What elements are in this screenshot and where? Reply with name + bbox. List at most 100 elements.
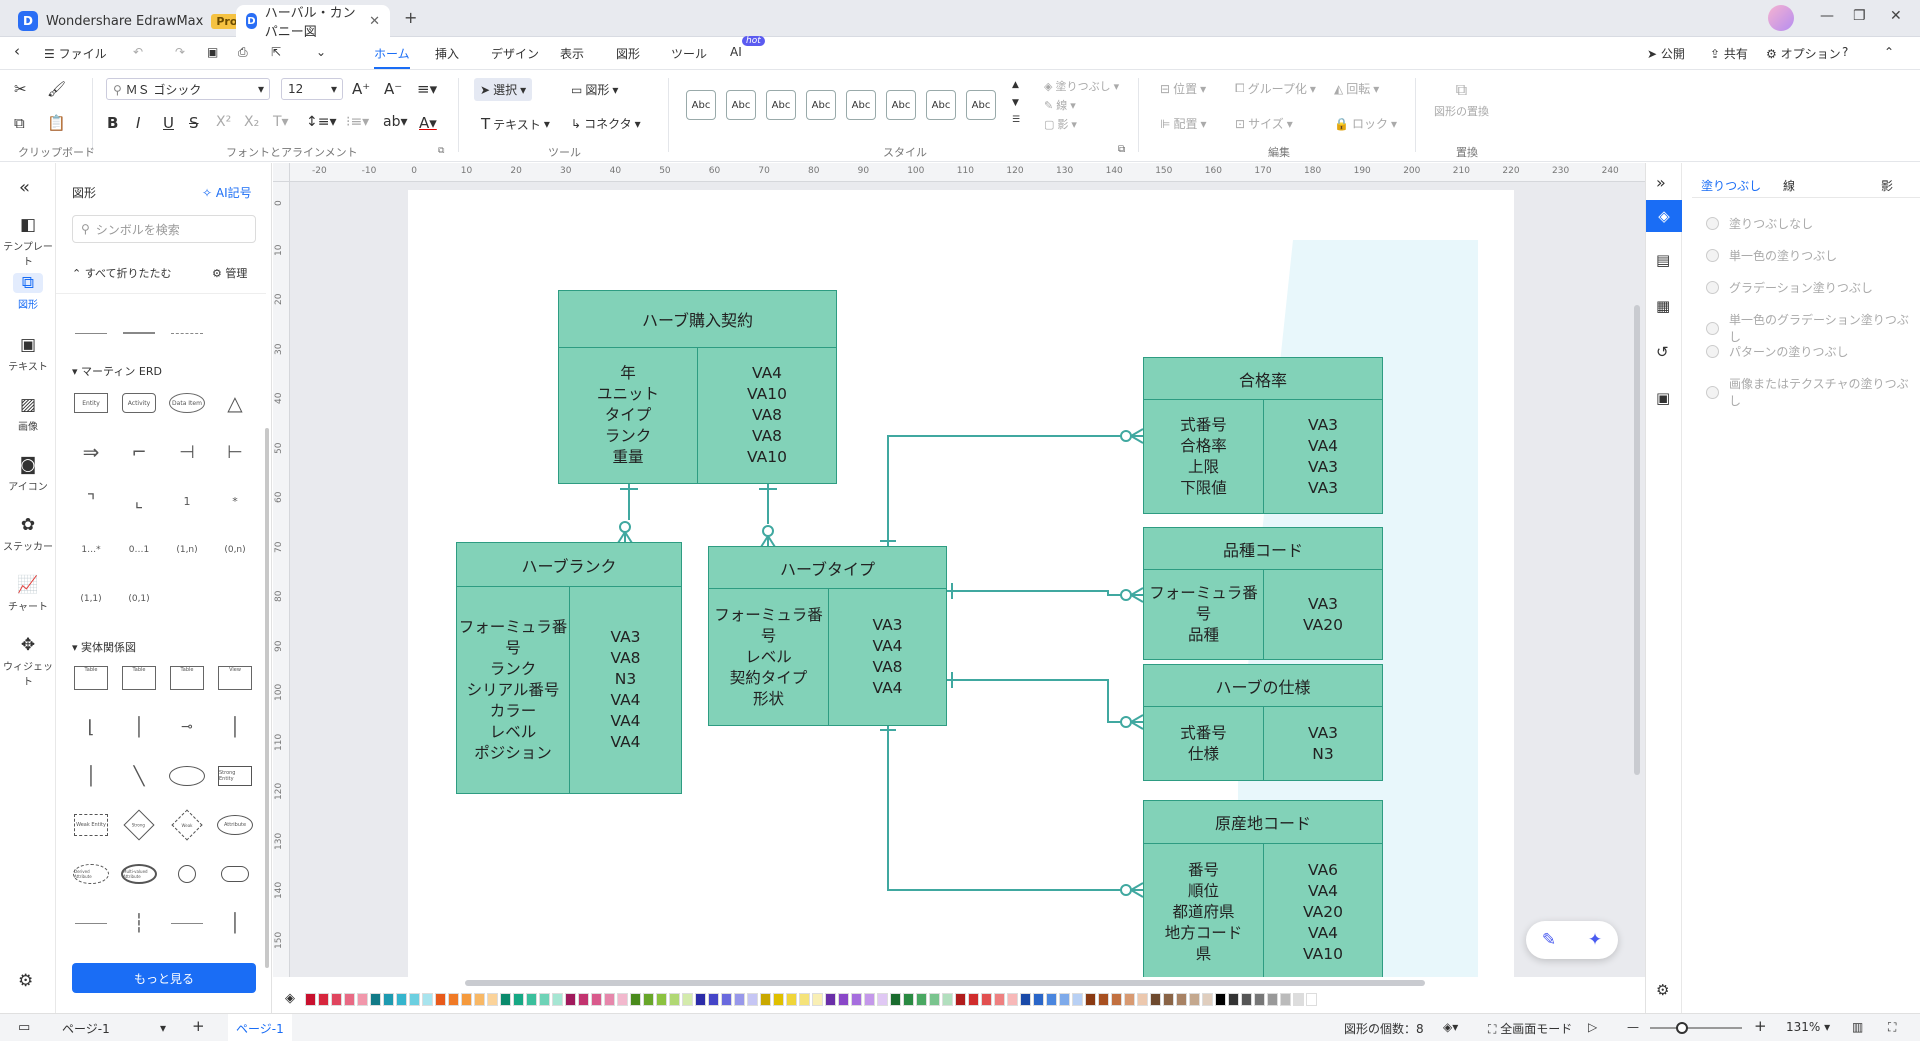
color-swatch[interactable] bbox=[1098, 993, 1109, 1006]
style-preset[interactable]: Abc bbox=[686, 90, 716, 120]
page-tab[interactable]: ページ-1 bbox=[228, 1014, 292, 1043]
color-swatch[interactable] bbox=[357, 993, 368, 1006]
fill-gradient-option[interactable]: グラデーション塗りつぶし bbox=[1706, 279, 1873, 296]
nav-text[interactable]: ▣ テキスト bbox=[0, 335, 56, 373]
cardinality-many[interactable]: * bbox=[216, 486, 254, 516]
menu-file[interactable]: ☰ ファイル bbox=[44, 45, 107, 62]
group-button[interactable]: ⧠ グループ化 ▾ bbox=[1235, 80, 1316, 97]
underline-icon[interactable]: U bbox=[163, 114, 174, 132]
style-settings-icon[interactable]: ⧉ bbox=[1118, 144, 1125, 155]
line-spacing-icon[interactable]: ↕≡▾ bbox=[306, 114, 337, 130]
connector-shape-6[interactable]: ⌊ bbox=[72, 712, 110, 742]
color-swatch[interactable] bbox=[344, 993, 355, 1006]
manage-button[interactable]: ⚙ 管理 bbox=[212, 265, 247, 281]
page-list-icon[interactable]: ▭ bbox=[18, 1020, 30, 1035]
color-swatch[interactable] bbox=[500, 993, 511, 1006]
data-item-shape[interactable]: Data Item bbox=[168, 388, 206, 418]
document-tab[interactable]: D ハーバル・カンパニー図 ✕ bbox=[236, 5, 390, 40]
triangle-shape[interactable]: △ bbox=[216, 388, 254, 418]
fill-pattern-option[interactable]: パターンの塗りつぶし bbox=[1706, 343, 1849, 360]
restore-icon[interactable]: ❐ bbox=[1853, 8, 1866, 24]
tab-line[interactable]: 線 bbox=[1783, 177, 1795, 194]
cardinality-1n[interactable]: (1,n) bbox=[168, 535, 206, 565]
entity-herb-type[interactable]: ハーブタイプ フォーミュラ番 号 レベル 契約タイプ 形状 VA3 VA4 VA… bbox=[708, 546, 947, 726]
layers-icon[interactable]: ◈▾ bbox=[1443, 1020, 1458, 1034]
cardinality-one-many[interactable]: 1…* bbox=[72, 535, 110, 565]
style-preset[interactable]: Abc bbox=[886, 90, 916, 120]
fit-page-icon[interactable]: ⛶ bbox=[1888, 1020, 1896, 1035]
fill-bucket-icon[interactable]: ◈ bbox=[285, 991, 295, 1006]
color-swatch[interactable] bbox=[1280, 993, 1291, 1006]
entity-origin-code[interactable]: 原産地コード 番号 順位 都道府県 地方コード 県 VA6 VA4 VA20 V… bbox=[1143, 800, 1383, 977]
section-martin-erd[interactable]: ▾ マーティン ERD bbox=[72, 363, 162, 379]
color-swatch[interactable] bbox=[305, 993, 316, 1006]
entity-herb-spec[interactable]: ハーブの仕様 式番号 仕様 VA3 N3 bbox=[1143, 664, 1383, 781]
print-icon[interactable]: ⎙ bbox=[238, 45, 248, 60]
color-swatch[interactable] bbox=[760, 993, 771, 1006]
color-swatch[interactable] bbox=[1176, 993, 1187, 1006]
weak-relationship-shape[interactable]: Weak bbox=[168, 809, 206, 841]
color-swatch[interactable] bbox=[981, 993, 992, 1006]
derived-attribute-shape[interactable]: Derived Attribute bbox=[72, 859, 110, 889]
horizontal-scrollbar[interactable] bbox=[465, 980, 1425, 986]
gallery-up-icon[interactable]: ▲ bbox=[1012, 80, 1019, 90]
style-preset[interactable]: Abc bbox=[766, 90, 796, 120]
color-swatch[interactable] bbox=[1020, 993, 1031, 1006]
attribute-shape[interactable]: Attribute bbox=[216, 810, 254, 840]
menu-shapes[interactable]: 図形 bbox=[616, 45, 640, 62]
connector-shape-5[interactable]: ⌞ bbox=[120, 486, 158, 516]
replace-shape-button[interactable]: ⧉ 図形の置換 bbox=[1434, 80, 1489, 119]
minimize-icon[interactable]: — bbox=[1820, 8, 1834, 24]
ai-magic-wand-icon[interactable]: ✎ bbox=[1542, 930, 1556, 950]
nav-stickers[interactable]: ✿ ステッカー bbox=[0, 515, 56, 553]
color-swatch[interactable] bbox=[396, 993, 407, 1006]
color-swatch[interactable] bbox=[721, 993, 732, 1006]
undo-icon[interactable]: ↶ bbox=[133, 45, 143, 59]
more-shapes-button[interactable]: もっと見る bbox=[72, 963, 256, 993]
color-swatch[interactable] bbox=[682, 993, 693, 1006]
color-swatch[interactable] bbox=[838, 993, 849, 1006]
shape-tool-button[interactable]: ▭ 図形 ▾ bbox=[571, 81, 618, 98]
export-icon[interactable]: ⇱ bbox=[271, 45, 281, 59]
tab-shadow[interactable]: 影 bbox=[1881, 177, 1893, 194]
color-swatch[interactable] bbox=[474, 993, 485, 1006]
zoom-in-icon[interactable]: + bbox=[1754, 1017, 1767, 1035]
color-swatch[interactable] bbox=[461, 993, 472, 1006]
color-swatch[interactable] bbox=[786, 993, 797, 1006]
color-swatch[interactable] bbox=[487, 993, 498, 1006]
book-view-icon[interactable]: ▥ bbox=[1852, 1020, 1863, 1034]
table-shape-2[interactable]: Table bbox=[120, 663, 158, 693]
text-case-icon[interactable]: T▾ bbox=[273, 114, 289, 130]
color-swatch[interactable] bbox=[1306, 993, 1317, 1006]
color-swatch[interactable] bbox=[799, 993, 810, 1006]
settings-icon[interactable]: ⚙ bbox=[18, 971, 33, 991]
color-swatch[interactable] bbox=[1072, 993, 1083, 1006]
library-scrollbar[interactable] bbox=[265, 428, 269, 968]
help-icon[interactable]: ? bbox=[1842, 45, 1848, 59]
history-icon[interactable]: ↺ bbox=[1656, 343, 1669, 361]
color-swatch[interactable] bbox=[331, 993, 342, 1006]
color-swatch[interactable] bbox=[1163, 993, 1174, 1006]
color-swatch[interactable] bbox=[435, 993, 446, 1006]
nav-widgets[interactable]: ✥ ウィジェット bbox=[0, 635, 56, 688]
color-swatch[interactable] bbox=[1215, 993, 1226, 1006]
color-swatch[interactable] bbox=[1267, 993, 1278, 1006]
menu-insert[interactable]: 挿入 bbox=[435, 45, 459, 62]
dashed-line-shape[interactable] bbox=[168, 318, 206, 348]
collapse-ribbon-icon[interactable]: ⌃ bbox=[1884, 45, 1894, 59]
color-swatch[interactable] bbox=[1137, 993, 1148, 1006]
vertical-line-shape[interactable]: ┆ bbox=[120, 908, 158, 938]
color-swatch[interactable] bbox=[851, 993, 862, 1006]
connector-shape-2[interactable]: ⊣ bbox=[168, 437, 206, 467]
nav-charts[interactable]: 📈 チャート bbox=[0, 575, 56, 613]
nav-icons[interactable]: ◙ アイコン bbox=[0, 455, 56, 493]
color-swatch[interactable] bbox=[903, 993, 914, 1006]
fill-image-option[interactable]: 画像またはテクスチャの塗りつぶし bbox=[1706, 375, 1920, 409]
zoom-slider[interactable] bbox=[1650, 1027, 1742, 1029]
color-swatch[interactable] bbox=[383, 993, 394, 1006]
color-swatch[interactable] bbox=[526, 993, 537, 1006]
color-swatch[interactable] bbox=[656, 993, 667, 1006]
color-swatch[interactable] bbox=[890, 993, 901, 1006]
fill-style-icon[interactable]: ◈ bbox=[1646, 200, 1682, 232]
lock-button[interactable]: 🔒 ロック ▾ bbox=[1334, 115, 1397, 132]
